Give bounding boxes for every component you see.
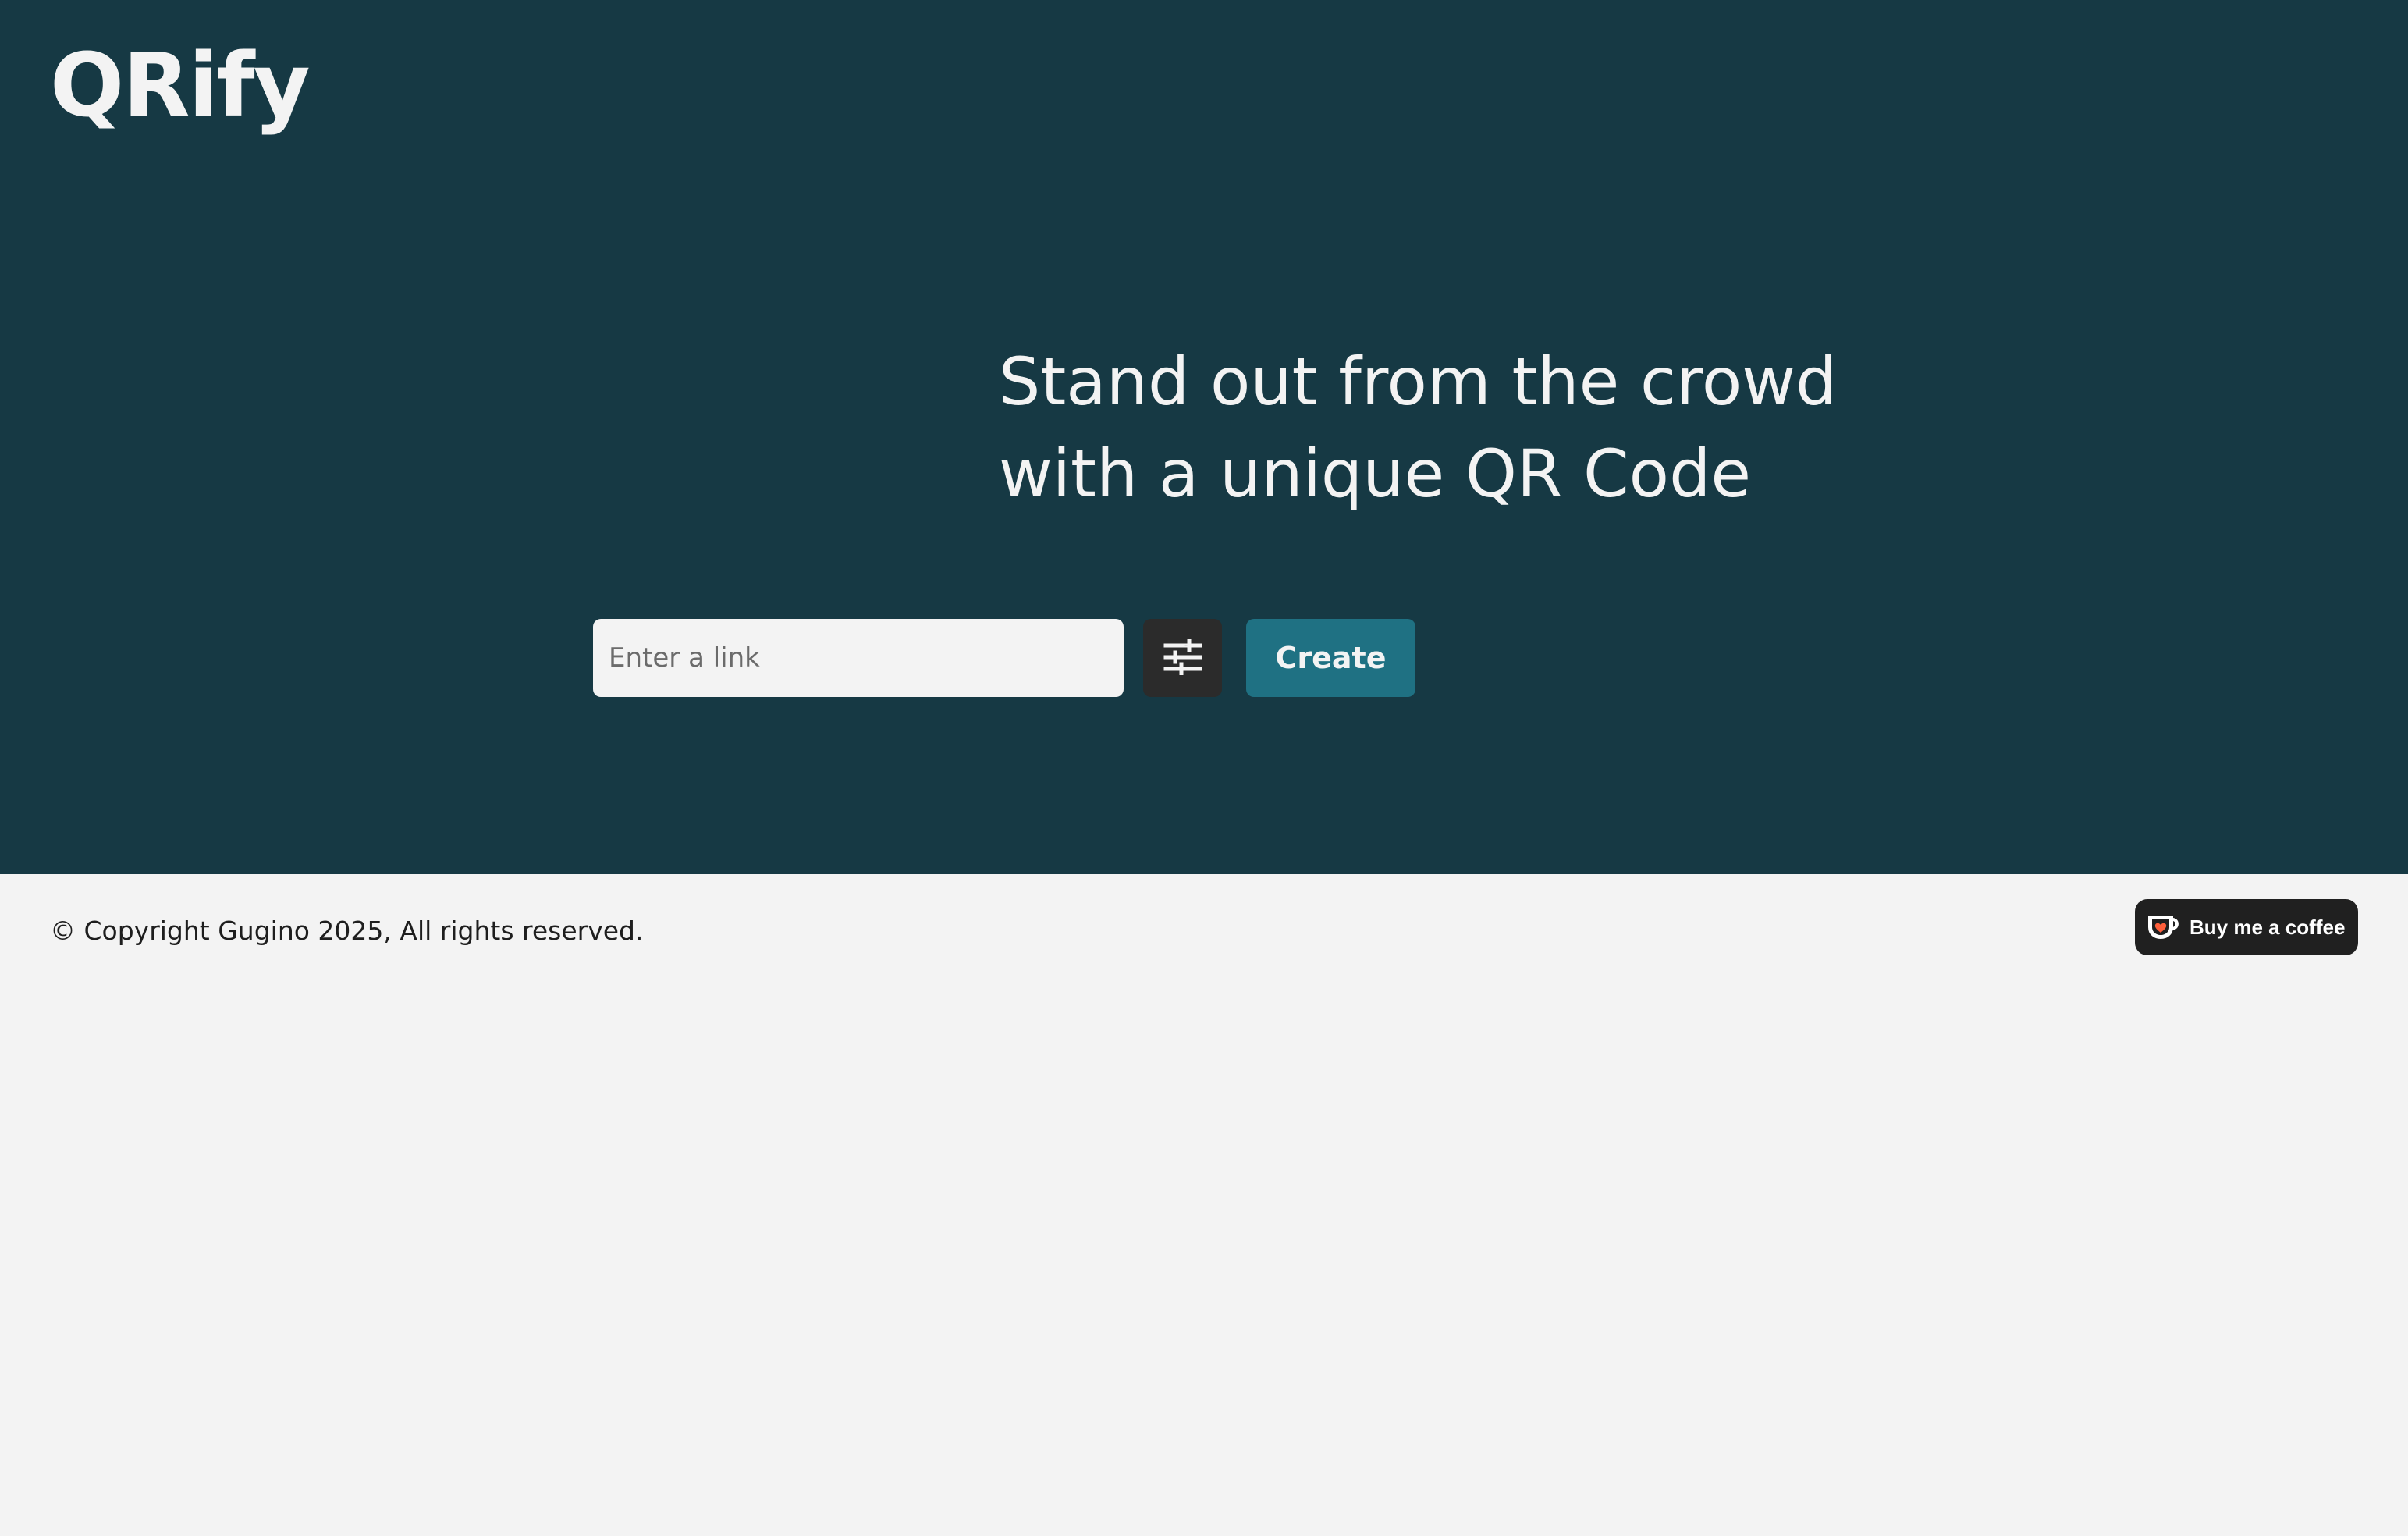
- settings-button[interactable]: [1143, 619, 1222, 697]
- headline-line-1: Stand out from the crowd: [999, 343, 1838, 420]
- hero-headline: Stand out from the crowd with a unique Q…: [999, 336, 1935, 520]
- sliders-icon: [1163, 638, 1203, 677]
- link-input[interactable]: [593, 619, 1124, 697]
- coffee-label: Buy me a coffee: [2190, 915, 2346, 939]
- create-button[interactable]: Create: [1246, 619, 1415, 697]
- copyright-text: © Copyright Gugino 2025, All rights rese…: [50, 916, 644, 946]
- hero-section: QRify Stand out from the crowd with a un…: [0, 0, 2408, 874]
- coffee-cup-icon: [2146, 910, 2180, 944]
- headline-line-2: with a unique QR Code: [999, 436, 1752, 512]
- buy-me-a-coffee-button[interactable]: Buy me a coffee: [2135, 899, 2358, 955]
- app-logo[interactable]: QRify: [50, 31, 311, 140]
